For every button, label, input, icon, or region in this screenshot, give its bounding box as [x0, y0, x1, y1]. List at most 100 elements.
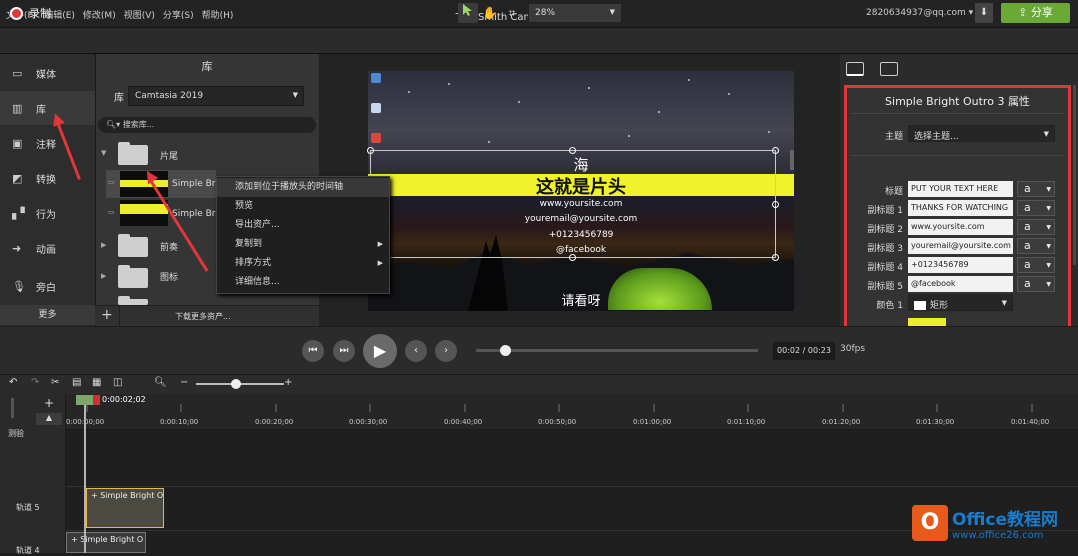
color-label: 颜色 1	[876, 301, 903, 311]
copy-icon[interactable]: ▤	[72, 377, 81, 388]
add-icon[interactable]: +	[101, 307, 113, 323]
track-label-4[interactable]: 轨道 4	[16, 545, 40, 556]
sidebar-item-behavior[interactable]: ▖▘ 行为	[0, 196, 95, 230]
playhead-out-marker[interactable]	[93, 395, 100, 405]
expand-triangle-icon[interactable]: ▶	[101, 241, 106, 249]
menu-item-label: 预览	[235, 201, 254, 211]
sidebar-item-annotation[interactable]: ▣ 注释	[0, 126, 95, 160]
color-select[interactable]: 矩形 ▼	[908, 294, 1013, 311]
tab-visual-properties-icon[interactable]	[846, 62, 864, 76]
step-back-icon[interactable]: ⏮	[302, 340, 324, 362]
undo-icon[interactable]: ↶	[9, 377, 17, 388]
font-button[interactable]: a ▼	[1017, 276, 1055, 292]
track-height-slider[interactable]	[11, 398, 14, 418]
next-clip-icon[interactable]: ›	[435, 340, 457, 362]
zoom-out-icon[interactable]: −	[180, 377, 188, 388]
selection-box[interactable]	[370, 150, 776, 258]
zoom-in-icon[interactable]: +	[284, 377, 292, 388]
office-logo-icon: O	[912, 505, 948, 541]
resize-handle[interactable]	[367, 147, 374, 154]
share-button[interactable]: ⇪ 分享	[1001, 3, 1070, 23]
redo-icon[interactable]: ↷	[31, 377, 39, 388]
download-more-link[interactable]: 下载更多资产...	[175, 311, 231, 322]
behavior-icon: ▖▘	[12, 207, 29, 220]
ruler-tick-label: 0:00:10;00	[160, 418, 199, 426]
scrub-bar[interactable]	[476, 349, 758, 352]
sidebar-item-library[interactable]: ▥ 库	[0, 91, 95, 125]
pan-tool-icon[interactable]: ✋	[480, 3, 500, 23]
font-button[interactable]: a ▼	[1017, 200, 1055, 216]
resize-handle[interactable]	[772, 147, 779, 154]
tab-media-properties-icon[interactable]	[880, 62, 898, 76]
library-select-label: 库	[114, 93, 124, 104]
field-input-subtitle-2[interactable]: www.yoursite.com	[908, 219, 1013, 235]
zoom-select[interactable]: 28% ▼	[528, 3, 622, 23]
theme-select[interactable]: 选择主题... ▼	[908, 125, 1055, 142]
sidebar-item-animation[interactable]: ➜ 动画	[0, 231, 95, 265]
crop-tool-icon[interactable]: ⌗	[502, 3, 522, 23]
timeline-clip-track-5[interactable]: + Simple Bright O	[86, 488, 164, 528]
resize-handle[interactable]	[772, 201, 779, 208]
folder-icon	[118, 142, 148, 165]
canvas-scrollbar[interactable]	[790, 150, 794, 170]
watermark-url: www.office26.com	[952, 530, 1044, 541]
playhead[interactable]	[84, 396, 86, 553]
resize-handle[interactable]	[569, 254, 576, 261]
track-label-5[interactable]: 轨道 5	[16, 502, 40, 513]
menu-item-copy-to[interactable]: 复制到 ▶	[217, 235, 389, 254]
resize-handle[interactable]	[772, 254, 779, 261]
step-forward-icon[interactable]: ⏭	[333, 340, 355, 362]
ruler-tick-label: 0:00:40;00	[444, 418, 483, 426]
menu-item-sort-by[interactable]: 排序方式 ▶	[217, 254, 389, 273]
library-select[interactable]: Camtasia 2019 ▼	[128, 86, 304, 106]
ruler-tick-label: 0:01:30;00	[916, 418, 955, 426]
field-input-subtitle-1[interactable]: THANKS FOR WATCHING	[908, 200, 1013, 216]
expand-triangle-icon[interactable]: ▶	[101, 272, 106, 280]
track-divider	[66, 486, 1078, 487]
previous-clip-icon[interactable]: ‹	[405, 340, 427, 362]
paste-icon[interactable]: ▦	[92, 377, 101, 388]
account-menu[interactable]: 2820634937@qq.com ▾	[866, 8, 973, 18]
timeline-clip-track-4[interactable]: + Simple Bright O	[66, 532, 146, 553]
menu-item-details[interactable]: 详细信息...	[217, 273, 389, 292]
font-button[interactable]: a ▼	[1017, 257, 1055, 273]
field-input-subtitle-3[interactable]: youremail@yoursite.com	[908, 238, 1013, 254]
field-input-title[interactable]: PUT YOUR TEXT HERE	[908, 181, 1013, 197]
zoom-search-icon[interactable]: 🔍︎	[154, 377, 167, 388]
font-button[interactable]: a ▼	[1017, 238, 1055, 254]
font-button[interactable]: a ▼	[1017, 181, 1055, 197]
cut-icon[interactable]: ✂	[51, 377, 59, 388]
resize-handle[interactable]	[569, 147, 576, 154]
folder-icons[interactable]: 图标	[160, 270, 178, 283]
library-search-input[interactable]: 🔍︎▾ 搜索库...	[98, 117, 316, 133]
menu-item-preview[interactable]: 预览	[217, 197, 389, 216]
more-button[interactable]: 更多	[0, 305, 95, 325]
font-button[interactable]: a ▼	[1017, 219, 1055, 235]
expand-triangle-icon[interactable]: ▼	[101, 149, 106, 157]
timeline-zoom-handle[interactable]	[231, 379, 241, 389]
add-track-icon[interactable]: +	[44, 396, 54, 410]
sidebar-item-media[interactable]: ▭ 媒体	[0, 56, 95, 90]
folder-outro[interactable]: 片尾	[160, 149, 178, 162]
field-input-subtitle-4[interactable]: +0123456789	[908, 257, 1013, 273]
chevron-down-icon: ▼	[1046, 205, 1051, 212]
collapse-tracks-icon[interactable]: ▲	[36, 413, 62, 425]
menu-item-label: 添加到位于播放头的时间轴	[235, 182, 344, 192]
play-icon[interactable]: ▶	[363, 334, 397, 368]
download-icon[interactable]: ⬇	[975, 3, 993, 23]
transition-icon: ◩	[12, 172, 23, 185]
sidebar-item-voice-narration[interactable]: 🎙 旁白	[0, 269, 95, 303]
folder-intro[interactable]: 前奏	[160, 240, 178, 253]
field-input-subtitle-5[interactable]: @facebook	[908, 276, 1013, 292]
menu-item-export-asset[interactable]: 导出资产...	[217, 216, 389, 235]
split-icon[interactable]: ◫	[113, 377, 122, 388]
record-button[interactable]: 录制	[10, 5, 51, 21]
properties-scrollbar[interactable]	[1073, 85, 1076, 265]
watermark: O Office教程网 www.office26.com	[912, 505, 1058, 541]
asset-thumbnail	[120, 200, 168, 226]
sidebar: ▭ 媒体 ▥ 库 ▣ 注释 ◩ 转换 ▖▘ 行为 ➜ 动画 🎙 旁白	[0, 54, 95, 326]
select-tool-icon[interactable]	[458, 3, 478, 23]
scrub-handle[interactable]	[500, 345, 511, 356]
menu-item-add-to-timeline[interactable]: 添加到位于播放头的时间轴	[217, 178, 389, 197]
playhead-time: 0:00:02;02	[102, 395, 146, 404]
